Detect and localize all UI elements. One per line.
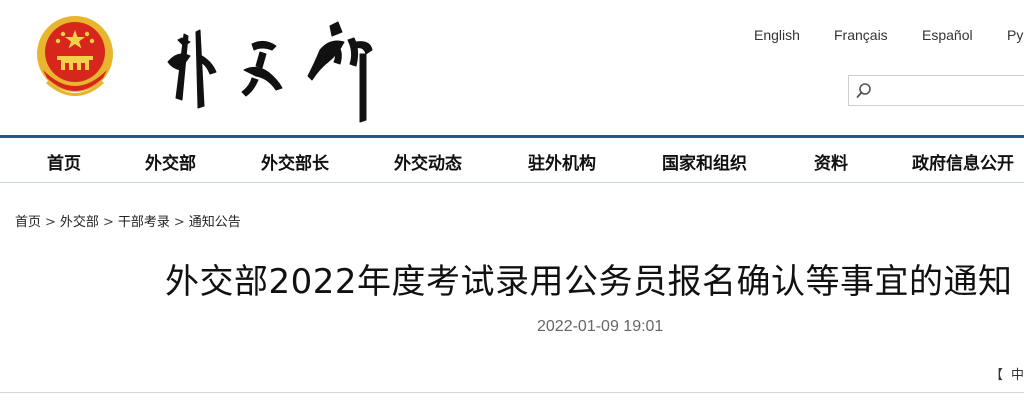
lang-russian-link[interactable]: Ру bbox=[1007, 27, 1023, 43]
font-size-bracket: 【 bbox=[990, 368, 1004, 383]
page-title: 外交部2022年度考试录用公务员报名确认等事宜的通知 bbox=[165, 262, 1013, 302]
content-divider bbox=[0, 392, 1024, 393]
nav-item-countries[interactable]: 国家和组织 bbox=[662, 149, 747, 174]
nav-item-resources[interactable]: 资料 bbox=[814, 149, 848, 174]
nav-bottom-rule bbox=[0, 182, 1024, 183]
nav-item-gov-info[interactable]: 政府信息公开 bbox=[912, 149, 1014, 174]
search-box bbox=[848, 75, 1024, 106]
nav-item-missions[interactable]: 驻外机构 bbox=[528, 149, 596, 174]
breadcrumb-notices[interactable]: 通知公告 bbox=[189, 215, 241, 230]
breadcrumb-home[interactable]: 首页 bbox=[15, 215, 41, 230]
nav-item-minister[interactable]: 外交部长 bbox=[261, 149, 329, 174]
search-icon[interactable] bbox=[855, 82, 873, 100]
lang-spanish-link[interactable]: Español bbox=[922, 27, 973, 43]
lang-english-link[interactable]: English bbox=[754, 27, 800, 43]
lang-french-link[interactable]: Français bbox=[834, 27, 888, 43]
main-nav: 首页 外交部 外交部长 外交动态 驻外机构 国家和组织 资料 政府信息公开 bbox=[0, 138, 1024, 182]
breadcrumb: 首页 > 外交部 > 干部考录 > 通知公告 bbox=[15, 211, 241, 230]
breadcrumb-separator: > bbox=[173, 215, 185, 230]
publish-date: 2022-01-09 19:01 bbox=[537, 318, 664, 335]
breadcrumb-separator: > bbox=[45, 215, 56, 230]
font-size-medium-button[interactable]: 中 bbox=[1011, 368, 1024, 383]
nav-item-home[interactable]: 首页 bbox=[47, 149, 81, 174]
national-emblem-icon[interactable] bbox=[33, 12, 117, 102]
nav-item-news[interactable]: 外交动态 bbox=[394, 149, 462, 174]
breadcrumb-recruitment[interactable]: 干部考录 bbox=[118, 215, 170, 230]
breadcrumb-ministry[interactable]: 外交部 bbox=[60, 215, 99, 230]
font-size-control: 【中 bbox=[990, 364, 1024, 383]
nav-item-ministry[interactable]: 外交部 bbox=[145, 149, 196, 174]
search-input[interactable] bbox=[877, 79, 1024, 102]
breadcrumb-separator: > bbox=[102, 215, 114, 230]
ministry-calligraphy-logo-icon[interactable] bbox=[160, 10, 390, 128]
